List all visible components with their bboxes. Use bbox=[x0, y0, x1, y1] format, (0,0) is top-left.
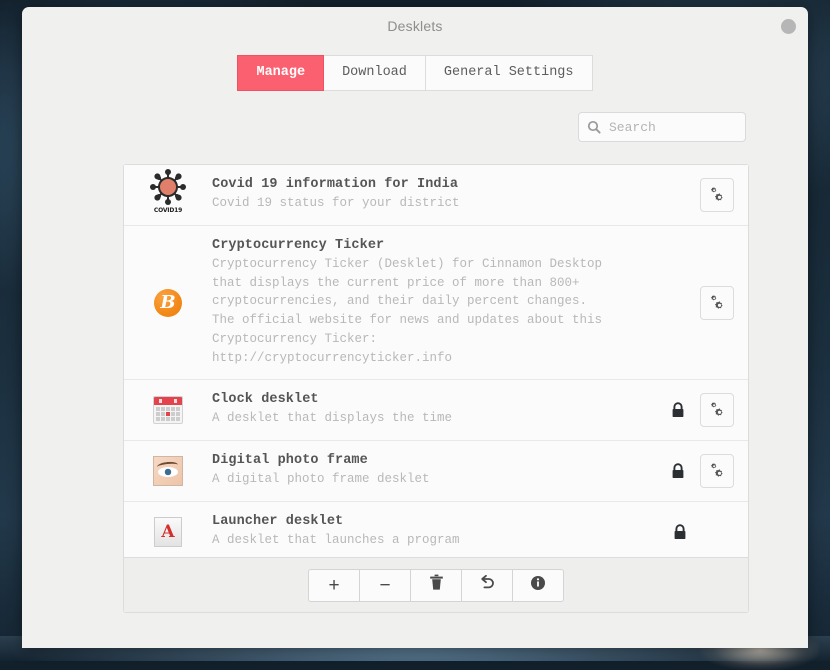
row-icon-cell bbox=[124, 456, 212, 486]
row-text-cell: Covid 19 information for India Covid 19 … bbox=[212, 165, 660, 225]
row-icon-cell bbox=[124, 396, 212, 424]
remove-desklet-button[interactable]: − bbox=[360, 569, 411, 602]
table-row[interactable]: A Launcher desklet A desklet that launch… bbox=[124, 502, 748, 557]
info-icon bbox=[530, 575, 546, 596]
row-text-cell: Launcher desklet A desklet that launches… bbox=[212, 502, 662, 557]
row-actions bbox=[660, 178, 734, 212]
desklet-list: COVID19 Covid 19 information for India C… bbox=[123, 164, 749, 613]
calendar-grid bbox=[154, 405, 182, 423]
trash-button[interactable] bbox=[411, 569, 462, 602]
configure-button[interactable] bbox=[700, 286, 734, 320]
lock-icon bbox=[670, 402, 686, 418]
search-row bbox=[22, 91, 808, 142]
desklets-window: Desklets Manage Download General Setting… bbox=[22, 7, 808, 648]
restore-button[interactable] bbox=[462, 569, 513, 602]
row-title: Clock desklet bbox=[212, 392, 660, 407]
configure-button[interactable] bbox=[700, 178, 734, 212]
table-row[interactable]: COVID19 Covid 19 information for India C… bbox=[124, 165, 748, 226]
calendar-clock-icon bbox=[153, 396, 183, 424]
row-title: Cryptocurrency Ticker bbox=[212, 238, 660, 253]
covid19-body bbox=[158, 177, 178, 197]
covid19-label: COVID19 bbox=[150, 207, 186, 214]
search-box[interactable] bbox=[578, 112, 746, 142]
close-circle-icon[interactable] bbox=[781, 19, 796, 34]
tab-bar: Manage Download General Settings bbox=[22, 55, 808, 91]
bottom-toolbar: + − bbox=[124, 557, 748, 612]
row-actions bbox=[660, 454, 734, 488]
lock-icon bbox=[670, 463, 686, 479]
tab-manage[interactable]: Manage bbox=[237, 55, 324, 91]
search-input[interactable] bbox=[607, 119, 741, 136]
row-description: A desklet that displays the time bbox=[212, 409, 612, 428]
calendar-header bbox=[154, 397, 182, 405]
covid19-icon: COVID19 bbox=[150, 176, 186, 214]
row-text-cell: Clock desklet A desklet that displays th… bbox=[212, 380, 660, 440]
row-actions bbox=[662, 524, 734, 540]
bitcoin-icon: B bbox=[154, 289, 182, 317]
row-text-cell: Digital photo frame A digital photo fram… bbox=[212, 441, 660, 501]
plus-icon: + bbox=[328, 576, 339, 595]
row-title: Covid 19 information for India bbox=[212, 177, 660, 192]
photo-eye-icon bbox=[153, 456, 183, 486]
trash-icon bbox=[429, 574, 444, 596]
row-description: Cryptocurrency Ticker (Desklet) for Cinn… bbox=[212, 255, 612, 368]
row-description: A digital photo frame desklet bbox=[212, 470, 612, 489]
configure-button[interactable] bbox=[700, 454, 734, 488]
row-actions bbox=[660, 393, 734, 427]
window-title: Desklets bbox=[22, 18, 808, 34]
add-desklet-button[interactable]: + bbox=[308, 569, 360, 602]
row-icon-cell: COVID19 bbox=[124, 176, 212, 214]
lock-icon bbox=[672, 524, 688, 540]
search-icon bbox=[587, 120, 601, 134]
desklet-list-scroll[interactable]: COVID19 Covid 19 information for India C… bbox=[124, 165, 748, 557]
row-icon-cell: B bbox=[124, 289, 212, 317]
configure-button[interactable] bbox=[700, 393, 734, 427]
tab-download[interactable]: Download bbox=[324, 55, 426, 91]
row-text-cell: Cryptocurrency Ticker Cryptocurrency Tic… bbox=[212, 226, 660, 380]
undo-arrow-icon bbox=[478, 574, 496, 596]
row-title: Launcher desklet bbox=[212, 514, 662, 529]
row-icon-cell: A bbox=[124, 517, 212, 547]
table-row[interactable]: Digital photo frame A digital photo fram… bbox=[124, 441, 748, 502]
row-actions bbox=[660, 286, 734, 320]
window-titlebar: Desklets bbox=[22, 7, 808, 47]
info-button[interactable] bbox=[513, 569, 564, 602]
row-title: Digital photo frame bbox=[212, 453, 660, 468]
minus-icon: − bbox=[379, 576, 390, 595]
launcher-icon: A bbox=[154, 517, 182, 547]
tab-general-settings[interactable]: General Settings bbox=[426, 55, 593, 91]
table-row[interactable]: Clock desklet A desklet that displays th… bbox=[124, 380, 748, 441]
row-description: A desklet that launches a program bbox=[212, 531, 612, 550]
table-row[interactable]: B Cryptocurrency Ticker Cryptocurrency T… bbox=[124, 226, 748, 381]
row-description: Covid 19 status for your district bbox=[212, 194, 612, 213]
